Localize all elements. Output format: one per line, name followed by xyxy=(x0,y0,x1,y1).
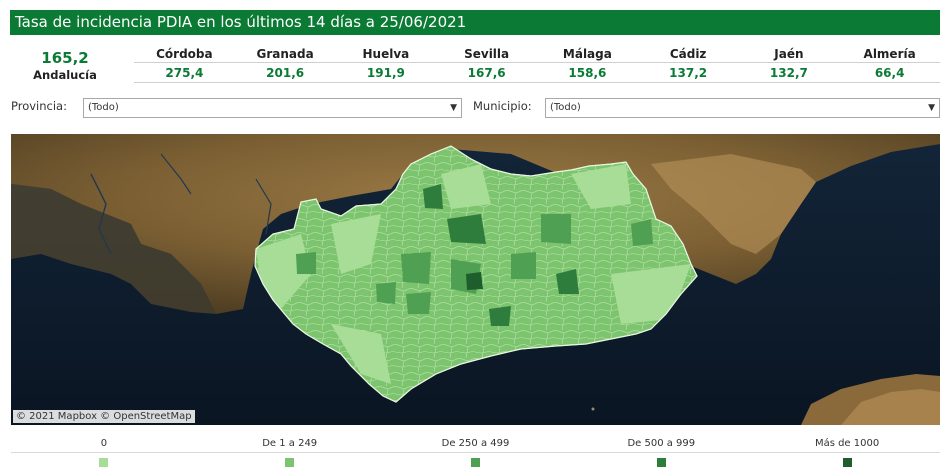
legend-swatches-row xyxy=(11,453,940,471)
province-value[interactable]: 137,2 xyxy=(638,63,739,82)
alboran-island xyxy=(591,407,595,411)
province-incidence-table: Córdoba Granada Huelva Sevilla Málaga Cá… xyxy=(134,45,940,83)
legend-labels-row: 0 De 1 a 249 De 250 a 499 De 500 a 999 M… xyxy=(11,436,940,453)
province-filter-label: Provincia: xyxy=(11,99,67,113)
legend-swatch[interactable] xyxy=(285,457,295,467)
province-name[interactable]: Málaga xyxy=(537,45,638,62)
legend-label: 0 xyxy=(100,438,108,449)
andalucia-total-value: 165,2 xyxy=(41,49,89,67)
chevron-down-icon: ▼ xyxy=(928,103,935,113)
province-name[interactable]: Córdoba xyxy=(134,45,235,62)
province-name[interactable]: Granada xyxy=(235,45,336,62)
map-attribution[interactable]: © 2021 Mapbox © OpenStreetMap xyxy=(13,410,195,423)
province-value[interactable]: 201,6 xyxy=(235,63,336,82)
legend-swatch[interactable] xyxy=(842,457,852,467)
province-select-value: (Todo) xyxy=(88,102,119,113)
map-legend: 0 De 1 a 249 De 250 a 499 De 500 a 999 M… xyxy=(11,436,940,474)
province-value[interactable]: 66,4 xyxy=(839,63,940,82)
province-name[interactable]: Cádiz xyxy=(638,45,739,62)
legend-label: De 1 a 249 xyxy=(262,438,318,449)
province-name[interactable]: Jaén xyxy=(739,45,840,62)
municipality-filter-label: Municipio: xyxy=(473,99,532,113)
legend-label: Más de 1000 xyxy=(814,438,880,449)
map-canvas[interactable] xyxy=(11,134,940,425)
legend-swatch[interactable] xyxy=(656,457,666,467)
page-title: Tasa de incidencia PDIA en los últimos 1… xyxy=(10,10,940,35)
province-names-row: Córdoba Granada Huelva Sevilla Málaga Cá… xyxy=(134,45,940,63)
legend-swatch[interactable] xyxy=(470,457,480,467)
andalucia-total-label: Andalucía xyxy=(33,68,97,82)
chevron-down-icon: ▼ xyxy=(450,103,457,113)
province-value[interactable]: 167,6 xyxy=(436,63,537,82)
province-value[interactable]: 191,9 xyxy=(336,63,437,82)
municipality-select[interactable]: (Todo) ▼ xyxy=(545,98,940,118)
legend-label: De 250 a 499 xyxy=(441,438,510,449)
province-value[interactable]: 158,6 xyxy=(537,63,638,82)
province-name[interactable]: Huelva xyxy=(336,45,437,62)
municipality-select-value: (Todo) xyxy=(550,102,581,113)
province-values-row: 275,4 201,6 191,9 167,6 158,6 137,2 132,… xyxy=(134,63,940,83)
legend-label: De 500 a 999 xyxy=(627,438,696,449)
province-select[interactable]: (Todo) ▼ xyxy=(83,98,462,118)
province-value[interactable]: 275,4 xyxy=(134,63,235,82)
province-value[interactable]: 132,7 xyxy=(739,63,840,82)
province-name[interactable]: Almería xyxy=(839,45,940,62)
choropleth-map[interactable]: © 2021 Mapbox © OpenStreetMap xyxy=(11,134,940,425)
province-name[interactable]: Sevilla xyxy=(436,45,537,62)
andalucia-total: 165,2 Andalucía xyxy=(10,49,120,82)
legend-swatch[interactable] xyxy=(99,457,109,467)
